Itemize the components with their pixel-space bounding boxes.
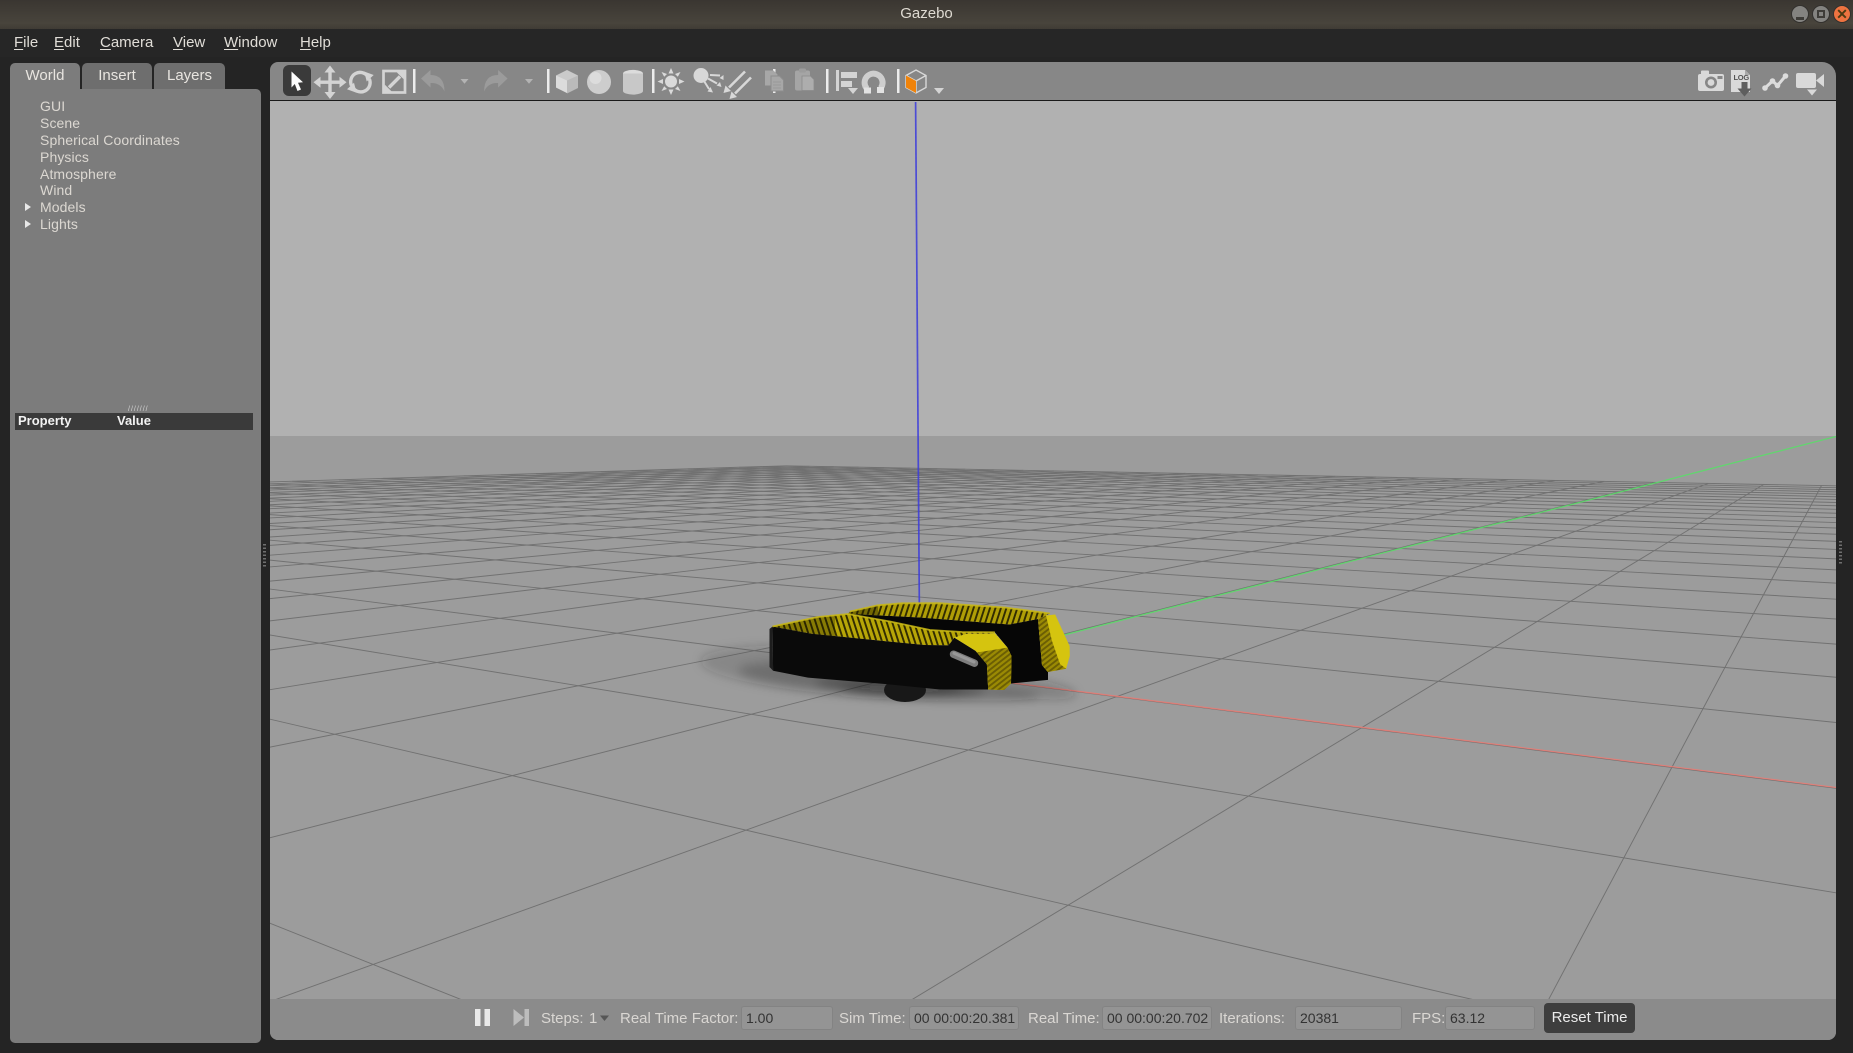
svg-text:LOG: LOG [1734,73,1750,82]
